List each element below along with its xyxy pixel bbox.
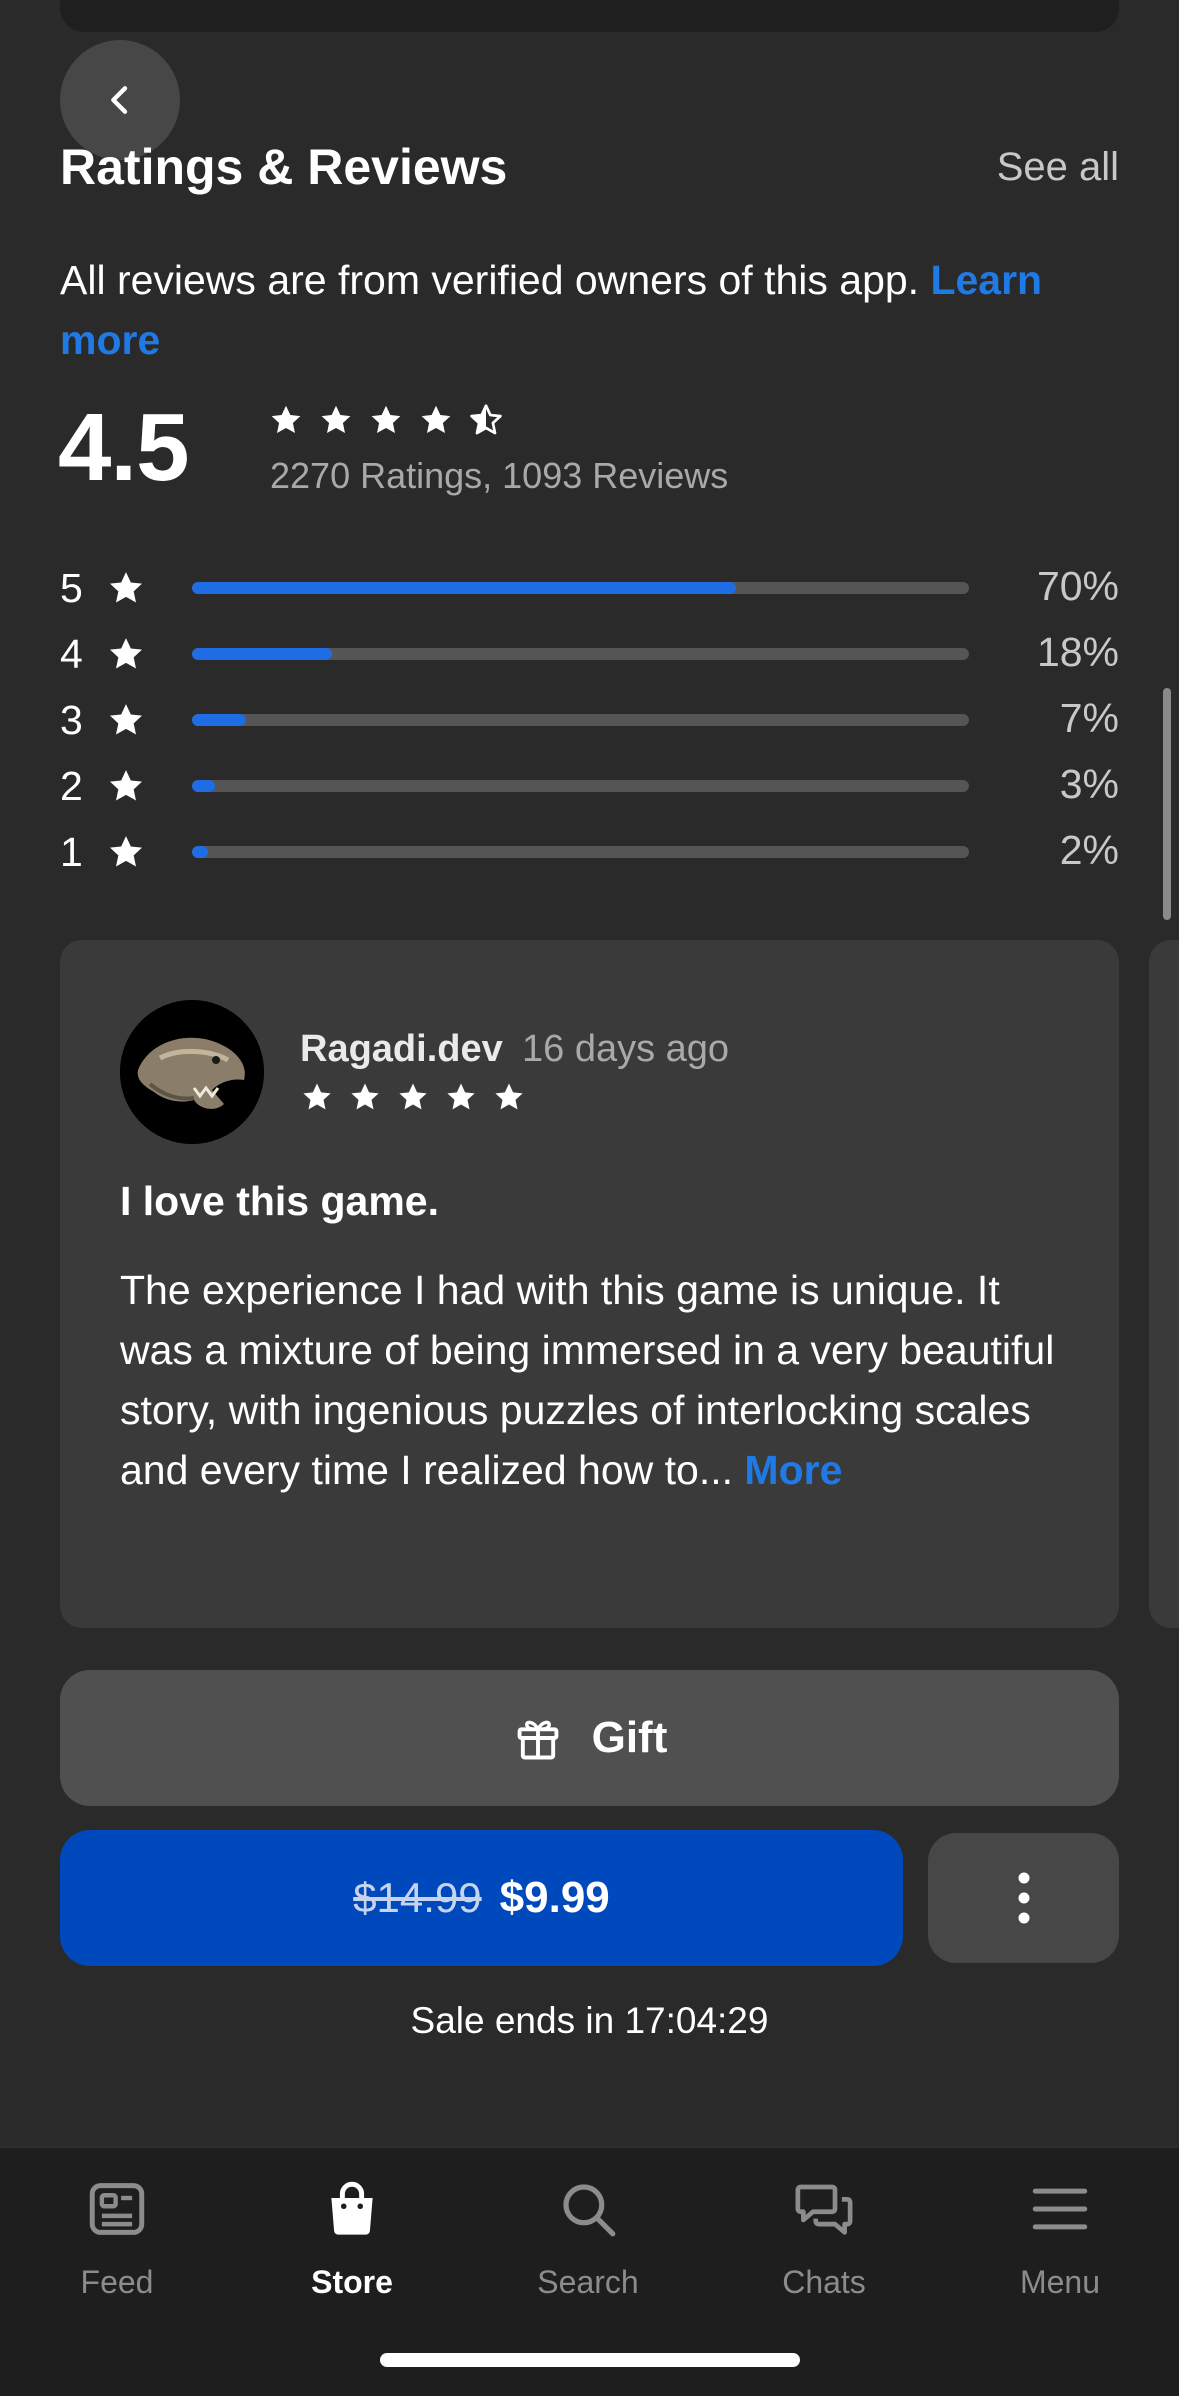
sale-price: $9.99 [499,1873,610,1922]
distribution-bar [192,780,969,792]
gift-label: Gift [591,1713,668,1762]
distribution-bar [192,648,969,660]
review-card[interactable]: Ragadi.dev 16 days ago I love this game.… [60,940,1119,1628]
distribution-star-count: 1 [60,828,83,875]
review-text: The experience I had with this game is u… [120,1267,1055,1493]
distribution-bar [192,846,969,858]
star-icon [351,1083,379,1110]
distribution-bar [192,582,969,594]
star-icon [271,405,301,434]
app-detail-page: Ratings & Reviews See all All reviews ar… [0,0,1179,2396]
feed-icon [89,2183,145,2235]
distribution-bar-fill [192,846,208,858]
chats-icon [795,2184,853,2235]
distribution-percent: 2% [1059,827,1119,873]
scrollbar[interactable] [1163,688,1171,920]
star-icon [495,1083,523,1110]
vertical-ellipsis-icon [1018,1872,1029,1924]
menu-icon [1032,2188,1088,2230]
tab-label: Search [537,2264,639,2300]
section-title: Ratings & Reviews [60,139,508,195]
gift-icon [517,1720,558,1760]
distribution-bar-fill [192,648,332,660]
verified-text: All reviews are from verified owners of … [60,257,931,303]
distribution-row: 4 18% [60,621,1119,687]
tab-chats[interactable]: Chats [724,2176,924,2336]
distribution-percent: 7% [1059,695,1119,741]
buy-button[interactable]: $14.99 $9.99 [60,1830,903,1966]
average-star-rating [268,402,504,438]
distribution-star-count: 3 [60,696,83,743]
avatar [120,1000,264,1144]
distribution-bar-fill [192,582,736,594]
star-icon [110,572,142,603]
distribution-bar-fill [192,780,216,792]
star-icon [421,405,451,434]
distribution-row: 1 2% [60,819,1119,885]
tab-feed[interactable]: Feed [17,2176,217,2336]
distribution-percent: 3% [1059,761,1119,807]
star-icon [447,1083,475,1110]
review-date: 16 days ago [522,1028,730,1070]
star-icon [110,704,142,735]
distribution-star-count: 4 [60,630,83,677]
distribution-star-count: 2 [60,762,83,809]
distribution-bar-fill [192,714,247,726]
next-review-card[interactable] [1149,940,1179,1628]
sale-countdown: Sale ends in 17:04:29 [410,2000,769,2041]
review-star-rating [300,1080,526,1114]
previous-section-card [60,0,1119,32]
tab-store[interactable]: Store [252,2176,452,2336]
review-more-link[interactable]: More [744,1447,842,1493]
review-body: The experience I had with this game is u… [120,1260,1080,1500]
distribution-percent: 70% [1036,563,1119,609]
distribution-bar [192,714,969,726]
star-icon [110,638,142,669]
ratings-count: 2270 Ratings, 1093 Reviews [270,455,729,496]
tab-label: Chats [782,2264,866,2300]
tab-label: Feed [80,2264,154,2300]
home-indicator [380,2353,800,2367]
tab-label: Store [311,2264,393,2300]
search-icon [563,2184,616,2237]
star-icon [399,1083,427,1110]
distribution-star-count: 5 [60,564,83,611]
tab-menu[interactable]: Menu [960,2176,1160,2336]
half-star-icon [470,404,502,435]
distribution-row: 3 7% [60,687,1119,753]
average-score: 4.5 [58,394,189,501]
tab-search[interactable]: Search [488,2176,688,2336]
original-price: $14.99 [353,1874,482,1921]
star-icon [321,405,351,434]
star-icon [371,405,401,434]
star-icon [110,770,142,801]
dinosaur-avatar-image [120,1000,264,1144]
store-icon [331,2181,373,2235]
review-title: I love this game. [120,1178,439,1224]
star-icon [303,1083,331,1110]
chevron-left-icon [111,86,128,114]
distribution-row: 2 3% [60,753,1119,819]
gift-button[interactable]: Gift [60,1670,1119,1806]
tab-label: Menu [1019,2264,1101,2300]
more-options-button[interactable] [928,1833,1119,1963]
verified-notice: All reviews are from verified owners of … [60,250,1120,370]
distribution-percent: 18% [1036,629,1119,675]
rating-distribution: 5 70% 4 18% 3 7% 2 3% 1 2% [60,555,1119,885]
reviewer-name: Ragadi.dev [300,1028,503,1070]
see-all-link[interactable]: See all [997,145,1119,190]
star-icon [110,836,142,867]
distribution-row: 5 70% [60,555,1119,621]
